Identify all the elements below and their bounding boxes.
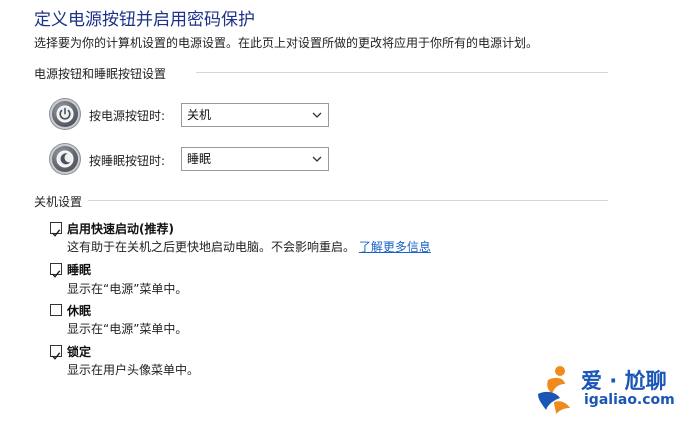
sleep-checkbox[interactable] [50,263,62,278]
fast-startup-checkbox[interactable] [50,222,62,237]
power-icon [50,99,80,129]
watermark-url: igaliao.com [584,392,675,408]
watermark-brand: 爱 · 尬聊 [581,369,667,393]
section-divider [88,200,608,201]
power-button-label: 按电源按钮时: [89,109,166,123]
lock-checkbox[interactable] [50,345,62,360]
learn-more-link[interactable]: 了解更多信息 [359,240,431,254]
page-title: 定义电源按钮并启用密码保护 [34,10,255,30]
hibernate-desc: 显示在“电源”菜单中。 [67,322,188,336]
checkmark-icon [52,352,61,360]
fast-startup-desc: 这有助于在关机之后更快地启动电脑。不会影响重启。 了解更多信息 [67,238,431,255]
page-subtitle: 选择要为你的计算机设置的电源设置。在此页上对设置所做的更改将应用于你所有的电源计… [34,36,539,50]
sleep-button-action-select[interactable]: 睡眠 [181,147,329,171]
fast-startup-label[interactable]: 启用快速启动(推荐) [67,220,174,237]
sleep-label[interactable]: 睡眠 [67,261,91,278]
power-button-action-value: 关机 [187,108,212,122]
watermark-logo-icon [534,364,574,416]
sleep-button-action-value: 睡眠 [187,152,212,166]
lock-desc: 显示在用户头像菜单中。 [67,363,200,377]
checkmark-icon [52,270,61,278]
power-button-action-select[interactable]: 关机 [181,103,329,127]
moon-icon [50,144,80,174]
chevron-down-icon [312,112,322,118]
lock-label[interactable]: 锁定 [67,343,91,360]
section-label-power-buttons: 电源按钮和睡眠按钮设置 [34,67,167,81]
section-label-shutdown: 关机设置 [34,195,83,209]
hibernate-label[interactable]: 休眠 [67,302,91,319]
hibernate-checkbox[interactable] [50,304,62,316]
checkmark-icon [52,229,61,237]
sleep-button-label: 按睡眠按钮时: [89,154,166,168]
sleep-desc: 显示在“电源”菜单中。 [67,282,188,296]
chevron-down-icon [312,156,322,162]
section-divider [196,72,608,73]
fast-startup-desc-text: 这有助于在关机之后更快地启动电脑。不会影响重启。 [67,240,356,254]
